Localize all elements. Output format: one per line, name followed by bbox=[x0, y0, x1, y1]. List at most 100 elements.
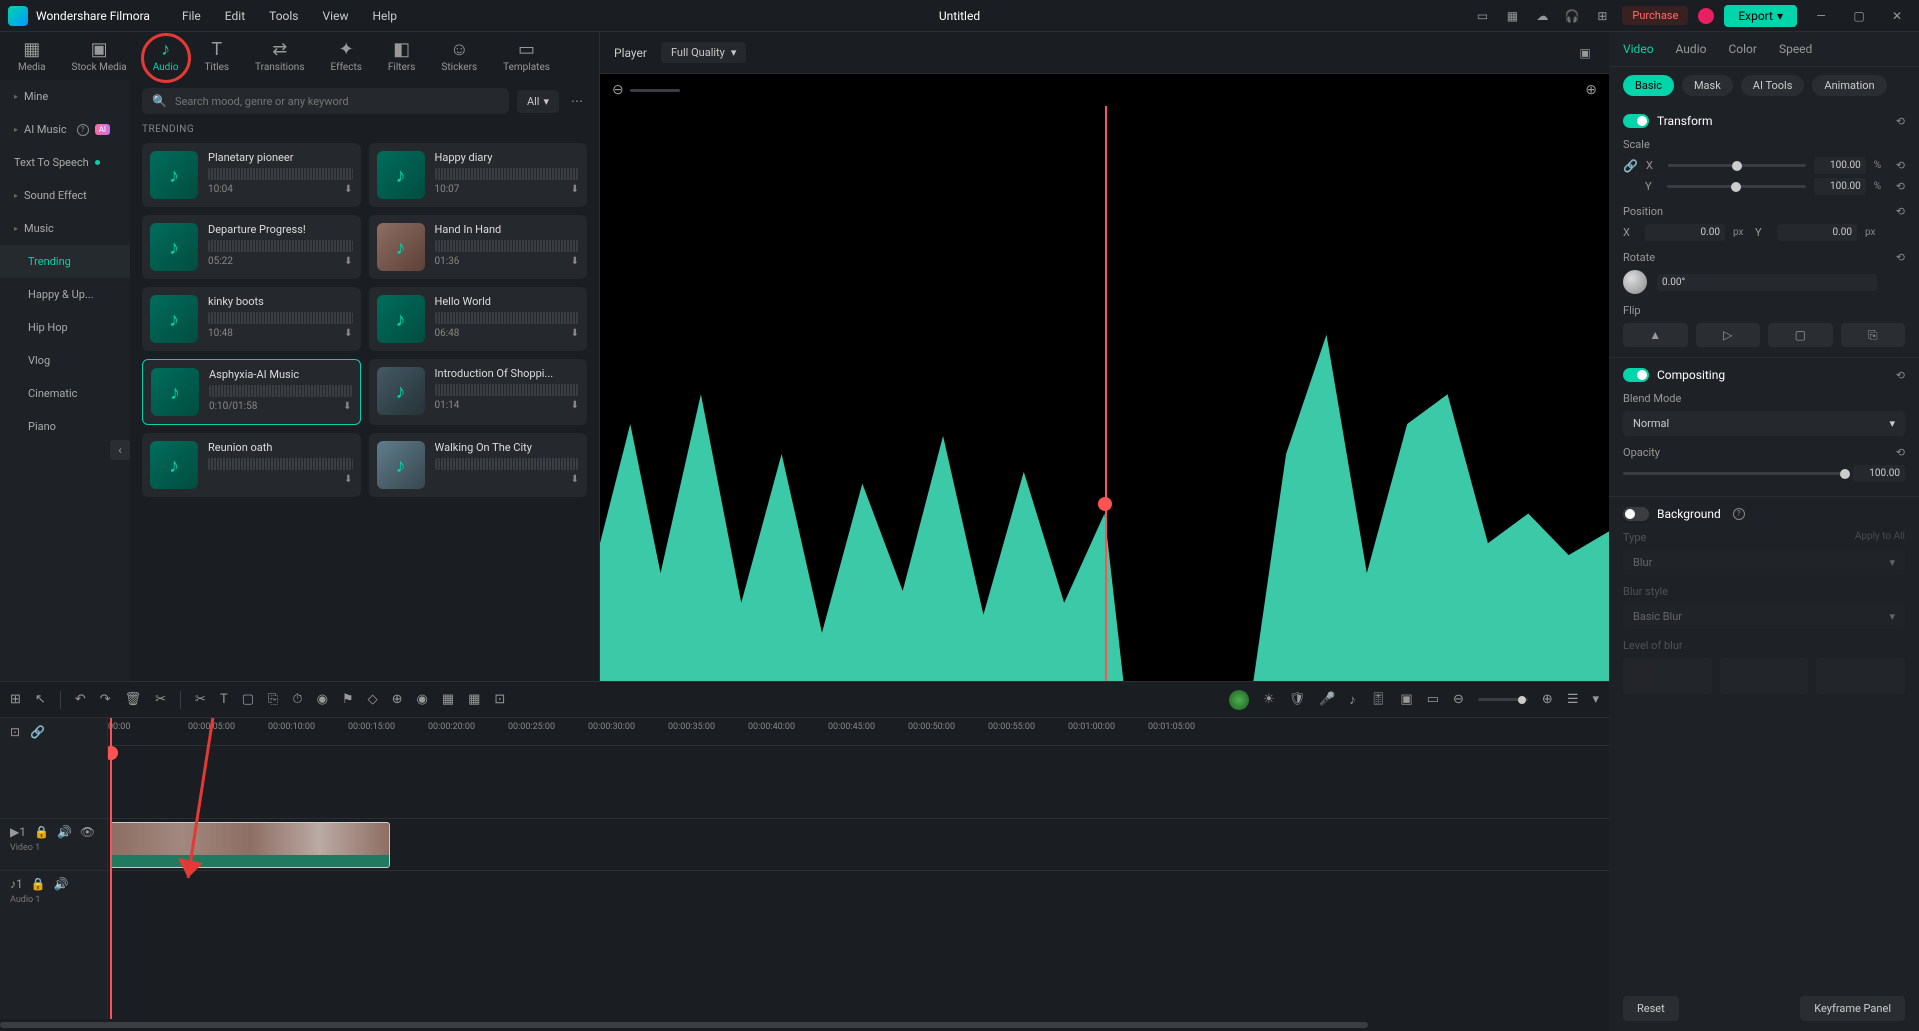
flip-h-button[interactable]: ▲ bbox=[1623, 323, 1688, 347]
compositing-toggle[interactable] bbox=[1623, 368, 1649, 382]
track-card[interactable]: ♪Planetary pioneer10:04⬇ bbox=[142, 143, 361, 207]
rp-subtab-mask[interactable]: Mask bbox=[1682, 75, 1733, 96]
sidebar-item-text-to-speech[interactable]: Text To Speech bbox=[0, 146, 130, 179]
apps-icon[interactable]: ⊞ bbox=[1592, 6, 1612, 26]
flip-v-button[interactable]: ▷ bbox=[1696, 323, 1761, 347]
tool-tab-transitions[interactable]: ⇄Transitions bbox=[251, 39, 308, 73]
reset-icon[interactable]: ⟲ bbox=[1896, 446, 1905, 459]
tl-copy-icon[interactable]: ▢ bbox=[242, 692, 254, 707]
rp-subtab-basic[interactable]: Basic bbox=[1623, 75, 1674, 96]
tool-tab-media[interactable]: ▦Media bbox=[14, 39, 50, 73]
sidebar-back-button[interactable]: ‹ bbox=[110, 440, 130, 460]
screen-icon[interactable]: ▭ bbox=[1472, 6, 1492, 26]
headphones-icon[interactable]: 🎧 bbox=[1562, 6, 1582, 26]
track-card[interactable]: ♪kinky boots10:48⬇ bbox=[142, 287, 361, 351]
flip-3-button[interactable]: ▢ bbox=[1768, 323, 1833, 347]
tl-dropdown-icon[interactable]: ▾ bbox=[1592, 692, 1599, 707]
tl-more2-icon[interactable]: ▦ bbox=[442, 692, 454, 707]
tl-sun-icon[interactable]: ☀ bbox=[1263, 692, 1275, 707]
rotate-input[interactable] bbox=[1657, 274, 1877, 291]
reset-button[interactable]: Reset bbox=[1623, 996, 1679, 1021]
opacity-input[interactable] bbox=[1853, 465, 1905, 482]
tl-detach-icon[interactable]: ⊕ bbox=[392, 692, 403, 707]
menu-edit[interactable]: Edit bbox=[213, 9, 257, 23]
menu-file[interactable]: File bbox=[170, 9, 213, 23]
cloud-icon[interactable]: ☁ bbox=[1532, 6, 1552, 26]
menu-view[interactable]: View bbox=[311, 9, 361, 23]
tl-mic-icon[interactable]: 🎤 bbox=[1319, 692, 1335, 707]
maximize-button[interactable]: ▢ bbox=[1845, 2, 1873, 30]
tl-rec-icon[interactable]: ▣ bbox=[1400, 692, 1412, 707]
quality-select[interactable]: Full Quality▾ bbox=[661, 42, 746, 63]
minimize-button[interactable]: — bbox=[1807, 2, 1835, 30]
tl-cut-icon[interactable]: ✂ bbox=[155, 692, 166, 707]
tl-zoom-in-icon[interactable]: ⊕ bbox=[1542, 692, 1553, 707]
transform-toggle[interactable] bbox=[1623, 114, 1649, 128]
sidebar-sub-happy---up---[interactable]: Happy & Up... bbox=[0, 278, 130, 311]
rp-tab-speed[interactable]: Speed bbox=[1779, 42, 1812, 56]
export-button[interactable]: Export▾ bbox=[1724, 5, 1797, 27]
sidebar-item-ai-music[interactable]: ▸AI Music?AI bbox=[0, 113, 130, 146]
pos-y-input[interactable] bbox=[1777, 224, 1857, 241]
tl-screen-icon[interactable]: ▭ bbox=[1427, 692, 1439, 707]
scale-y-input[interactable] bbox=[1814, 178, 1866, 195]
audio-track-header[interactable]: ♪1🔒🔊 Audio 1 bbox=[0, 870, 107, 922]
sidebar-sub-piano[interactable]: Piano bbox=[0, 410, 130, 443]
transform-reset-icon[interactable]: ⟲ bbox=[1896, 115, 1905, 128]
scale-x-slider[interactable] bbox=[1668, 164, 1806, 167]
tool-tab-templates[interactable]: ▭Templates bbox=[499, 39, 554, 73]
tool-tab-stock-media[interactable]: ▣Stock Media bbox=[68, 39, 131, 73]
tl-shield-icon[interactable]: 🛡 bbox=[1289, 692, 1306, 707]
timeline-canvas[interactable]: 00:0000:00:05:0000:00:10:0000:00:15:0000… bbox=[108, 718, 1609, 1019]
tl-layout-icon[interactable]: ⊞ bbox=[10, 692, 21, 707]
snapshot-icon[interactable]: ▣ bbox=[1575, 43, 1595, 63]
tl-text-icon[interactable]: T bbox=[220, 692, 228, 707]
tl-zoom-out-icon[interactable]: ⊖ bbox=[1453, 692, 1464, 707]
track-card[interactable]: ♪Asphyxia-AI Music0:10/01:58⬇ bbox=[142, 359, 361, 425]
menu-help[interactable]: Help bbox=[360, 9, 409, 23]
tl-zoom-slider[interactable] bbox=[1478, 698, 1528, 701]
sidebar-item-sound-effect[interactable]: ▸Sound Effect bbox=[0, 179, 130, 212]
filter-dropdown[interactable]: All▾ bbox=[517, 90, 559, 113]
blend-mode-select[interactable]: Normal▾ bbox=[1623, 411, 1905, 436]
sidebar-sub-cinematic[interactable]: Cinematic bbox=[0, 377, 130, 410]
tl-cursor-icon[interactable]: ↖ bbox=[35, 692, 46, 707]
scale-y-slider[interactable] bbox=[1667, 185, 1806, 188]
tl-undo-icon[interactable]: ↶ bbox=[75, 692, 86, 707]
search-box[interactable]: 🔍 bbox=[142, 88, 509, 114]
rp-tab-color[interactable]: Color bbox=[1728, 42, 1756, 56]
lock-icon[interactable]: 🔗 bbox=[1623, 159, 1638, 173]
track-card[interactable]: ♪Happy diary10:07⬇ bbox=[369, 143, 588, 207]
sidebar-sub-trending[interactable]: Trending bbox=[0, 245, 130, 278]
tl-link-icon[interactable]: ⎘ bbox=[268, 692, 278, 707]
tl-more3-icon[interactable]: ▦ bbox=[468, 692, 480, 707]
close-button[interactable]: ✕ bbox=[1883, 2, 1911, 30]
track-card[interactable]: ♪Hand In Hand01:36⬇ bbox=[369, 215, 588, 279]
track-card[interactable]: ♪Departure Progress!05:22⬇ bbox=[142, 215, 361, 279]
info-icon[interactable]: ? bbox=[1733, 508, 1745, 520]
timeline-scrollbar[interactable] bbox=[0, 1019, 1609, 1031]
preview-zoom-slider[interactable] bbox=[630, 89, 680, 92]
profile-avatar[interactable] bbox=[1698, 8, 1714, 24]
keyframe-panel-button[interactable]: Keyframe Panel bbox=[1800, 996, 1905, 1021]
reset-icon[interactable]: ⟲ bbox=[1896, 369, 1905, 382]
more-button[interactable]: ⋯ bbox=[567, 90, 587, 112]
tool-tab-audio[interactable]: ♪Audio bbox=[149, 39, 183, 73]
flip-4-button[interactable]: ⎘ bbox=[1841, 323, 1906, 347]
tool-tab-effects[interactable]: ✦Effects bbox=[327, 39, 366, 73]
video-track-header[interactable]: ▶1🔒🔊👁 Video 1 bbox=[0, 818, 107, 870]
scale-x-input[interactable] bbox=[1814, 157, 1866, 174]
track-card[interactable]: ♪Walking On The City⬇ bbox=[369, 433, 588, 497]
tl-color-icon[interactable]: ◉ bbox=[317, 692, 328, 707]
zoom-out-icon[interactable]: ⊖ bbox=[612, 82, 624, 98]
track-card[interactable]: ♪Hello World06:48⬇ bbox=[369, 287, 588, 351]
tl-mixer-icon[interactable]: 🎚 bbox=[1370, 692, 1387, 707]
search-input[interactable] bbox=[175, 95, 499, 108]
track-card[interactable]: ♪Introduction Of Shoppi...01:14⬇ bbox=[369, 359, 588, 425]
playhead-knob[interactable] bbox=[1098, 497, 1112, 511]
tl-crop-icon[interactable]: ✂ bbox=[195, 692, 206, 707]
tl-list-icon[interactable]: ☰ bbox=[1567, 692, 1579, 707]
purchase-button[interactable]: Purchase bbox=[1622, 6, 1688, 25]
rp-subtab-animation[interactable]: Animation bbox=[1812, 75, 1886, 96]
reset-icon[interactable]: ⟲ bbox=[1896, 205, 1905, 218]
